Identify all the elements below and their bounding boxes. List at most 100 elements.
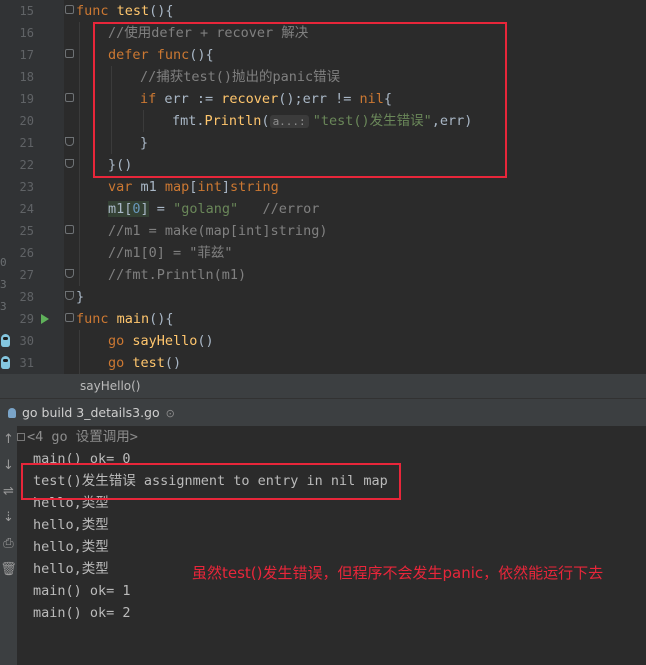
code-token: (){	[149, 3, 174, 19]
code-token: string	[229, 179, 279, 195]
indent-guide	[79, 176, 80, 198]
console-line: hello,类型	[33, 539, 109, 555]
code-line[interactable]: 31 go test()	[0, 352, 646, 374]
code-token: }	[76, 289, 85, 305]
breadcrumb[interactable]: sayHello()	[80, 379, 141, 393]
line-number: 24	[19, 202, 34, 216]
scroll-to-end-icon[interactable]: ⇣	[0, 508, 17, 528]
code-token: go	[108, 333, 133, 349]
console-line: main() ok= 1	[33, 583, 131, 599]
fold-end-icon[interactable]	[65, 137, 74, 146]
line-number: 27	[19, 268, 34, 282]
code-line[interactable]: 24 m1[0] = "golang" //error	[0, 198, 646, 220]
code-line[interactable]: 25 //m1 = make(map[int]string)	[0, 220, 646, 242]
line-number: 15	[19, 4, 34, 18]
run-tab[interactable]: go build 3_details3.go ⊙	[8, 399, 175, 427]
code-line[interactable]: 29 func main(){	[0, 308, 646, 330]
code-token: test	[132, 355, 165, 371]
indent-guide	[79, 220, 80, 242]
console-line: main() ok= 2	[33, 605, 131, 621]
code-token: sayHello	[132, 333, 198, 349]
fold-end-icon[interactable]	[65, 291, 74, 300]
code-line[interactable]: 30 go sayHello()	[0, 330, 646, 352]
goroutine-gopher-icon	[1, 334, 10, 347]
rerun-up-icon[interactable]: ↑	[0, 430, 17, 450]
breadcrumb-bar: sayHello()	[0, 374, 646, 398]
code-text: var m1 map[int]string	[108, 176, 279, 198]
indent-guide	[79, 66, 80, 88]
line-number: 20	[19, 114, 34, 128]
line-number: 19	[19, 92, 34, 106]
console-output[interactable]: <4 go 设置调用> main() ok= 0 test()发生错误 assign…	[17, 426, 646, 665]
code-line[interactable]: 26 //m1[0] = "菲兹"	[0, 242, 646, 264]
defer-recover-highlight-box	[93, 22, 507, 178]
soft-wrap-icon[interactable]: ⇌	[0, 482, 17, 502]
code-token: //m1 = make(map[int]string)	[108, 223, 328, 239]
console-line: hello,类型	[33, 517, 109, 533]
code-token: m1[	[108, 201, 133, 217]
indent-guide	[79, 242, 80, 264]
code-token: (){	[149, 311, 174, 327]
code-token: func	[76, 3, 117, 19]
code-text: go sayHello()	[108, 330, 214, 352]
line-number: 18	[19, 70, 34, 84]
code-line[interactable]: 27 //fmt.Println(m1)	[0, 264, 646, 286]
console-fold-text: <4 go 设置调用>	[27, 429, 138, 445]
close-tab-icon[interactable]: ⊙	[166, 407, 175, 420]
fold-toggle-icon[interactable]	[65, 93, 74, 102]
print-icon[interactable]: ⎙	[0, 534, 17, 554]
fold-end-icon[interactable]	[65, 159, 74, 168]
code-token: test	[116, 3, 150, 19]
scroll-down-icon[interactable]: ↓	[0, 456, 17, 476]
run-tab-label: go build 3_details3.go	[22, 405, 160, 420]
code-token: map	[164, 179, 190, 195]
console-line: hello,类型	[33, 561, 109, 577]
code-text: //m1 = make(map[int]string)	[108, 220, 327, 242]
indent-guide	[79, 88, 80, 110]
indent-guide	[79, 154, 80, 176]
code-text: //fmt.Println(m1)	[108, 264, 246, 286]
code-token: //m1[0] = "菲兹"	[108, 245, 233, 261]
line-number: 25	[19, 224, 34, 238]
fold-toggle-icon[interactable]	[65, 313, 74, 322]
code-token: go	[108, 355, 133, 371]
code-text: func test(){	[76, 0, 174, 22]
fold-toggle-icon[interactable]	[65, 225, 74, 234]
run-icon[interactable]	[41, 314, 49, 324]
code-text: m1[0] = "golang" //error	[108, 198, 319, 220]
fold-toggle-icon[interactable]	[65, 5, 74, 14]
code-line[interactable]: 23 var m1 map[int]string	[0, 176, 646, 198]
code-token: =	[148, 201, 174, 217]
line-number: 30	[19, 334, 34, 348]
code-text: func main(){	[76, 308, 174, 330]
code-token: ]	[140, 201, 149, 217]
fold-toggle-icon[interactable]	[65, 49, 74, 58]
code-token: //fmt.Println(m1)	[108, 267, 247, 283]
indent-guide	[79, 198, 80, 220]
run-tool-window-header: go build 3_details3.go ⊙	[0, 398, 646, 427]
trash-icon[interactable]: 🗑	[0, 560, 17, 580]
line-number: 26	[19, 246, 34, 260]
code-line[interactable]: 28}	[0, 286, 646, 308]
line-number: 17	[19, 48, 34, 62]
code-line[interactable]: 15 func test(){	[0, 0, 646, 22]
error-output-highlight-box	[21, 463, 401, 500]
line-number: 23	[19, 180, 34, 194]
line-number: 21	[19, 136, 34, 150]
console-fold-header[interactable]: <4 go 设置调用>	[17, 426, 138, 448]
code-token: 0	[132, 201, 141, 217]
line-number: 29	[19, 312, 34, 326]
line-number: 31	[19, 356, 34, 370]
expand-icon[interactable]	[17, 433, 25, 441]
code-token: func	[76, 311, 117, 327]
indent-guide	[79, 352, 80, 374]
code-editor[interactable]: 033 15 func test(){16//使用defer + recover …	[0, 0, 646, 374]
code-text: //m1[0] = "菲兹"	[108, 242, 233, 264]
code-token: var	[108, 179, 141, 195]
fold-end-icon[interactable]	[65, 269, 74, 278]
line-number: 22	[19, 158, 34, 172]
code-token: //error	[238, 201, 320, 217]
code-text: go test()	[108, 352, 181, 374]
indent-guide	[79, 44, 80, 66]
code-token: main	[116, 311, 150, 327]
